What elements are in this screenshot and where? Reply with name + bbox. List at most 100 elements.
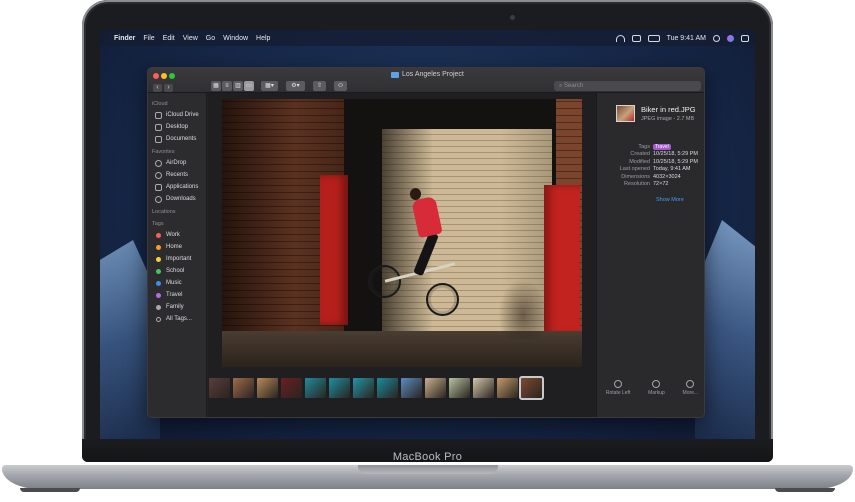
meta-label: Tags bbox=[638, 144, 650, 150]
download-icon bbox=[155, 195, 162, 203]
finder-window: ‹ › Los Angeles Project ▦ ≡ ▥ ▭ ▦▾ ⚙▾ ⇧ … bbox=[147, 67, 705, 418]
sidebar-item-documents[interactable]: Documents bbox=[148, 133, 206, 145]
preview-image-biker[interactable] bbox=[222, 99, 582, 367]
sidebar-tag-label: School bbox=[166, 268, 185, 274]
search-placeholder: Search bbox=[564, 83, 584, 89]
filmstrip-thumbnail[interactable] bbox=[497, 377, 518, 398]
photo-rider-head bbox=[410, 188, 421, 200]
sidebar-item-desktop[interactable]: Desktop bbox=[148, 121, 206, 133]
filmstrip-thumbnail[interactable] bbox=[281, 377, 302, 398]
action-label: Markup bbox=[648, 390, 665, 396]
menu-clock[interactable]: Tue 9:41 AM bbox=[667, 35, 706, 42]
minimize-button[interactable] bbox=[161, 73, 167, 79]
photo-bike-front-wheel bbox=[426, 283, 459, 316]
zoom-button[interactable] bbox=[169, 73, 175, 79]
menu-extras: Tue 9:41 AM bbox=[615, 34, 749, 42]
forward-button[interactable]: › bbox=[164, 84, 173, 92]
meta-value: 72×72 bbox=[653, 180, 669, 187]
photo-red-pillar-left bbox=[320, 175, 348, 325]
close-button[interactable] bbox=[153, 73, 159, 79]
tag-list: Work Home Important School Music Travel Family… bbox=[148, 229, 206, 325]
sidebar-item-label: Desktop bbox=[166, 124, 189, 130]
sidebar-item-label: iCloud Drive bbox=[166, 112, 199, 118]
tag-color-dot-icon bbox=[156, 304, 161, 310]
filmstrip-thumbnail[interactable] bbox=[209, 377, 230, 398]
laptop-opening-notch bbox=[358, 465, 498, 474]
view-list-button[interactable]: ≡ bbox=[222, 81, 232, 91]
menu-window[interactable]: Window bbox=[223, 35, 248, 42]
filmstrip-thumbnail[interactable] bbox=[401, 377, 422, 398]
folder-icon bbox=[391, 71, 399, 78]
wifi-icon[interactable] bbox=[615, 34, 625, 42]
sidebar-section-favorites: Favorites bbox=[152, 149, 175, 155]
tag-pill-travel[interactable]: Travel bbox=[653, 144, 671, 150]
menu-file[interactable]: File bbox=[143, 35, 154, 42]
share-button[interactable]: ⇧ bbox=[313, 81, 326, 91]
title-bar: ‹ › Los Angeles Project ▦ ≡ ▥ ▭ ▦▾ ⚙▾ ⇧ … bbox=[148, 68, 704, 93]
camera bbox=[510, 15, 515, 20]
meta-value: Today, 9:41 AM bbox=[653, 166, 691, 173]
sidebar-tag-item[interactable]: Work bbox=[148, 229, 206, 241]
meta-label: Dimensions bbox=[621, 173, 650, 180]
group-button[interactable]: ▦▾ bbox=[261, 81, 278, 91]
notification-center-icon[interactable] bbox=[741, 34, 749, 42]
more-button[interactable]: More... bbox=[682, 380, 699, 396]
search-input[interactable]: ⌕ Search bbox=[554, 81, 701, 91]
filmstrip-thumbnail[interactable] bbox=[519, 375, 544, 400]
filmstrip-thumbnail[interactable] bbox=[449, 377, 470, 398]
sidebar-tag-item[interactable]: Travel bbox=[148, 289, 206, 301]
sidebar-item-icloud-drive[interactable]: iCloud Drive bbox=[148, 109, 206, 121]
sidebar-tag-item[interactable]: All Tags... bbox=[148, 313, 206, 325]
filmstrip bbox=[208, 375, 596, 400]
filmstrip-thumbnail[interactable] bbox=[329, 377, 350, 398]
sidebar-tag-label: Home bbox=[166, 244, 183, 250]
battery-icon[interactable] bbox=[647, 34, 660, 42]
sidebar-section-locations: Locations bbox=[152, 209, 176, 215]
sidebar-item-recents[interactable]: Recents bbox=[148, 169, 206, 181]
meta-row-modified: Modified 10/25/18, 5:29 PM bbox=[597, 159, 704, 166]
filmstrip-thumbnail[interactable] bbox=[353, 377, 374, 398]
meta-label: Resolution bbox=[624, 180, 650, 187]
menu-help[interactable]: Help bbox=[256, 35, 270, 42]
show-more-link[interactable]: Show More bbox=[656, 197, 684, 203]
laptop-foot-left bbox=[20, 488, 80, 492]
airplay-icon[interactable] bbox=[631, 34, 641, 42]
filmstrip-thumbnail[interactable] bbox=[377, 377, 398, 398]
sidebar-tag-item[interactable]: School bbox=[148, 265, 206, 277]
sidebar-item-label: Downloads bbox=[166, 196, 196, 202]
sidebar-tag-item[interactable]: Family bbox=[148, 301, 206, 313]
sidebar-tag-item[interactable]: Important bbox=[148, 253, 206, 265]
view-columns-button[interactable]: ▥ bbox=[233, 81, 243, 91]
action-menu-button[interactable]: ⚙▾ bbox=[286, 81, 305, 91]
metadata-list: Tags Travel Created 10/25/18, 5:29 PM Modi… bbox=[597, 144, 704, 188]
menu-app-finder[interactable]: Finder bbox=[114, 35, 135, 42]
back-button[interactable]: ‹ bbox=[153, 84, 162, 92]
sidebar-item-applications[interactable]: Applications bbox=[148, 181, 206, 193]
filmstrip-thumbnail[interactable] bbox=[233, 377, 254, 398]
tag-color-dot-icon bbox=[156, 268, 161, 274]
sidebar-item-downloads[interactable]: Downloads bbox=[148, 193, 206, 205]
sidebar-item-airdrop[interactable]: AirDrop bbox=[148, 157, 206, 169]
filmstrip-thumbnail[interactable] bbox=[305, 377, 326, 398]
sidebar-tag-item[interactable]: Home bbox=[148, 241, 206, 253]
menu-go[interactable]: Go bbox=[206, 35, 215, 42]
sidebar-tag-item[interactable]: Music bbox=[148, 277, 206, 289]
siri-icon[interactable] bbox=[727, 34, 734, 42]
action-label: Rotate Left bbox=[605, 390, 631, 396]
file-thumbnail bbox=[616, 105, 635, 122]
rotate-left-button[interactable]: Rotate Left bbox=[606, 380, 630, 396]
view-icons-button[interactable]: ▦ bbox=[211, 81, 221, 91]
action-label: More... bbox=[682, 390, 699, 396]
menu-edit[interactable]: Edit bbox=[163, 35, 175, 42]
tags-button[interactable]: ⬭ bbox=[334, 81, 347, 91]
window-title: Los Angeles Project bbox=[391, 71, 464, 78]
markup-button[interactable]: Markup bbox=[648, 380, 665, 396]
tag-color-dot-icon bbox=[156, 232, 161, 238]
spotlight-icon[interactable] bbox=[713, 34, 720, 42]
view-gallery-button[interactable]: ▭ bbox=[244, 81, 254, 91]
filmstrip-thumbnail[interactable] bbox=[257, 377, 278, 398]
filmstrip-thumbnail[interactable] bbox=[425, 377, 446, 398]
menu-view[interactable]: View bbox=[183, 35, 198, 42]
tag-color-dot-icon bbox=[156, 244, 161, 250]
filmstrip-thumbnail[interactable] bbox=[473, 377, 494, 398]
